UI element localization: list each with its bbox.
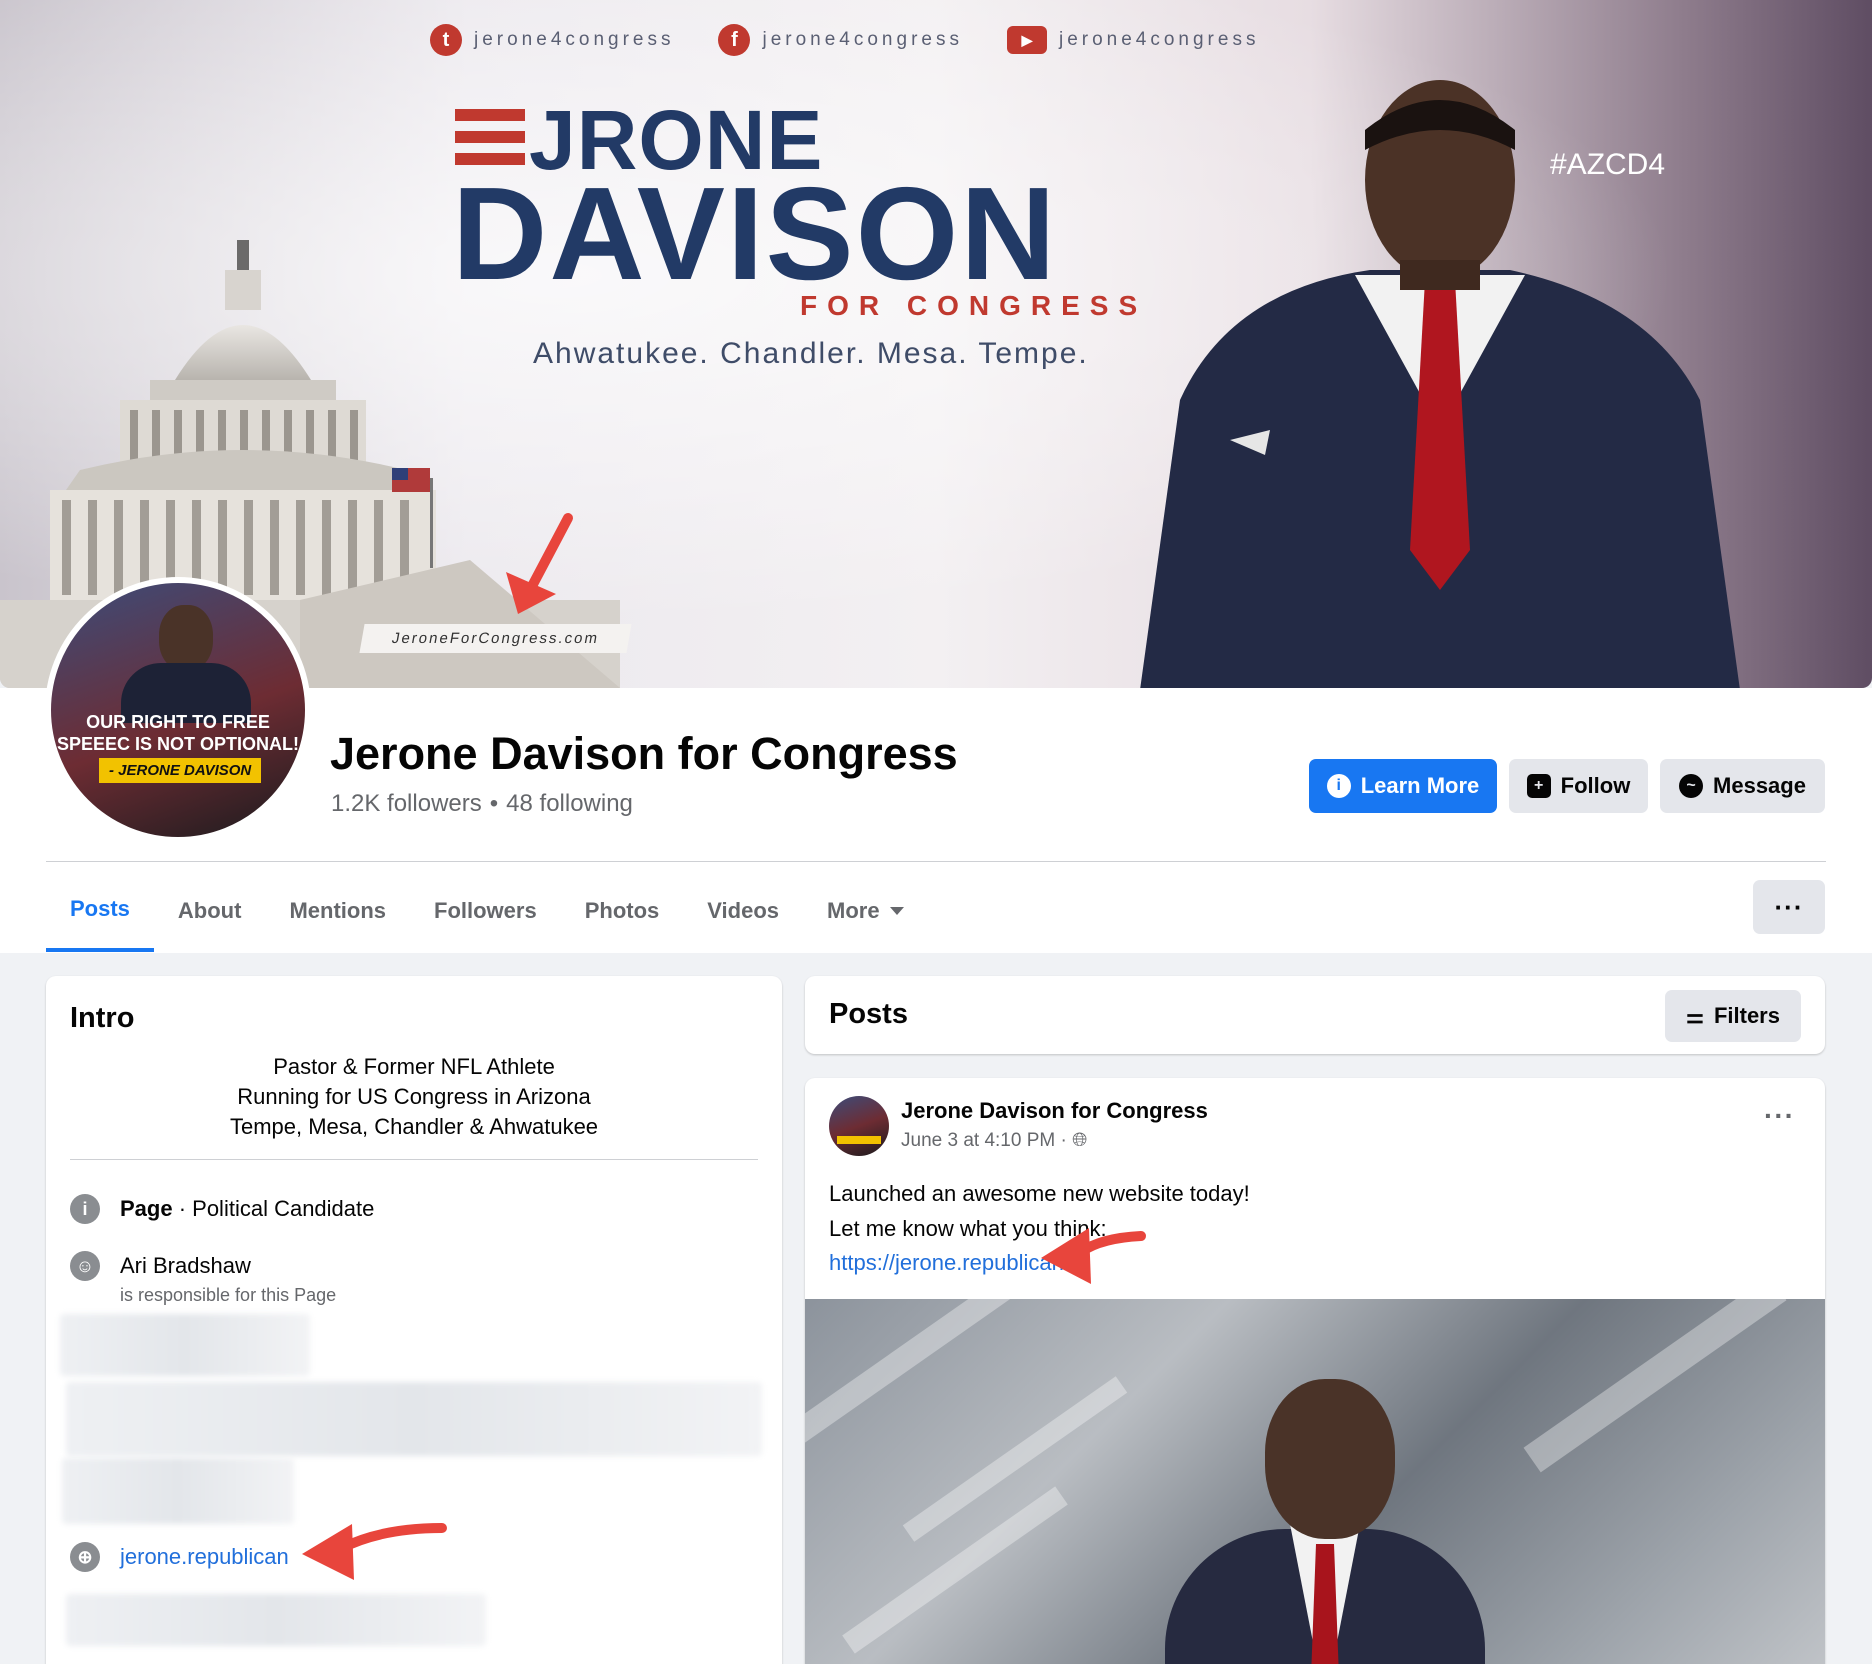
posts-header-card: Posts ⚌ Filters — [805, 976, 1825, 1054]
website-link[interactable]: jerone.republican — [120, 1544, 289, 1570]
user-check-icon: ☺ — [70, 1251, 100, 1281]
category-text: Page · Political Candidate — [120, 1196, 374, 1222]
globe-icon: 🌐︎ — [1072, 1130, 1088, 1151]
page-title: Jerone Davison for Congress — [330, 728, 958, 779]
bio-divider — [70, 1159, 758, 1160]
tab-followers[interactable]: Followers — [410, 870, 561, 952]
stats-separator: • — [489, 790, 499, 817]
profile-avatar[interactable]: OUR RIGHT TO FREE SPEEEC IS NOT OPTIONAL… — [45, 577, 311, 843]
candidate-photo — [1140, 80, 1740, 688]
intro-website-row: ⊕ jerone.republican — [70, 1542, 289, 1572]
learn-more-label: Learn More — [1360, 773, 1480, 798]
avatar-head — [159, 605, 213, 671]
twitter-handle: jerone4congress — [474, 29, 675, 50]
avatar-quote: OUR RIGHT TO FREE SPEEEC IS NOT OPTIONAL… — [56, 712, 300, 754]
cover-for-congress: FOR CONGRESS — [800, 290, 1148, 321]
tab-more-label: More — [827, 898, 880, 923]
learn-more-button[interactable]: i Learn More — [1309, 759, 1497, 813]
light-beam — [805, 1299, 1045, 1447]
tab-posts[interactable]: Posts — [46, 870, 154, 952]
cover-social-youtube: ▶ jerone4congress — [1006, 26, 1260, 54]
redacted-block — [60, 1314, 310, 1376]
manager-name: Ari Bradshaw — [120, 1253, 251, 1278]
manager-sub: is responsible for this Page — [120, 1285, 337, 1305]
manager-block: Ari Bradshaw is responsible for this Pag… — [120, 1251, 336, 1306]
flag-stripes-icon — [455, 109, 525, 165]
tab-photos[interactable]: Photos — [561, 870, 684, 952]
filters-icon: ⚌ — [1686, 1005, 1704, 1028]
followers-count[interactable]: 1.2K followers — [331, 790, 482, 818]
cover-cities: Ahwatukee. Chandler. Mesa. Tempe. — [533, 337, 1089, 370]
avatar-banner — [837, 1136, 881, 1144]
intro-category-row: i Page · Political Candidate — [70, 1194, 374, 1224]
cover-photo[interactable]: t jerone4congress f jerone4congress ▶ je… — [0, 0, 1872, 688]
post-options-button[interactable]: ··· — [1764, 1100, 1795, 1132]
redacted-block — [66, 1382, 762, 1456]
category-value: · Political Candidate — [172, 1196, 375, 1221]
tab-videos[interactable]: Videos — [683, 870, 803, 952]
twitter-icon: t — [430, 24, 462, 56]
posts-title: Posts — [829, 998, 908, 1030]
follow-icon: + — [1526, 774, 1551, 798]
chevron-down-icon — [889, 907, 904, 915]
page-stats: 1.2K followers • 48 following — [331, 790, 633, 818]
post-link[interactable]: https://jerone.republican — [829, 1250, 1064, 1276]
annotation-arrow-intro — [302, 1523, 447, 1580]
annotation-arrow-cover — [506, 513, 573, 614]
post-line-1: Launched an awesome new website today! — [829, 1181, 1250, 1206]
cover-social-facebook: f jerone4congress — [718, 24, 962, 56]
post-card: Jerone Davison for Congress June 3 at 4:… — [805, 1078, 1825, 1664]
message-button[interactable]: ~ Message — [1660, 759, 1825, 813]
redacted-block — [62, 1458, 294, 1524]
facebook-icon: f — [718, 24, 751, 56]
messenger-icon: ~ — [1679, 774, 1704, 798]
intro-title: Intro — [70, 1002, 135, 1034]
bio-line-1: Pastor & Former NFL Athlete — [273, 1054, 555, 1079]
info-icon: i — [1326, 774, 1351, 798]
tab-more[interactable]: More — [803, 870, 928, 952]
intro-card: Intro Pastor & Former NFL Athlete Runnin… — [46, 976, 782, 1664]
post-author[interactable]: Jerone Davison for Congress — [901, 1098, 1208, 1124]
bio-line-2: Running for US Congress in Arizona — [237, 1084, 591, 1109]
post-time-text: June 3 at 4:10 PM · — [901, 1130, 1067, 1151]
tab-mentions[interactable]: Mentions — [265, 870, 410, 952]
redacted-block — [66, 1594, 486, 1646]
tab-about[interactable]: About — [154, 870, 266, 952]
post-timestamp[interactable]: June 3 at 4:10 PM · 🌐︎ — [901, 1130, 1087, 1152]
info-icon: i — [70, 1194, 100, 1224]
globe-icon: ⊕ — [70, 1542, 100, 1572]
cover-social-twitter: t jerone4congress — [430, 24, 674, 56]
avatar-signature: - JERONE DAVISON — [99, 758, 262, 783]
page-options-button[interactable]: ··· — [1753, 880, 1825, 934]
filters-button[interactable]: ⚌ Filters — [1665, 990, 1801, 1042]
youtube-handle: jerone4congress — [1058, 29, 1260, 50]
category-bold: Page — [120, 1196, 173, 1221]
filters-label: Filters — [1713, 1003, 1780, 1028]
following-count[interactable]: 48 following — [506, 790, 633, 818]
header-divider — [46, 861, 1826, 862]
annotation-arrow-post — [1041, 1228, 1146, 1284]
follow-label: Follow — [1560, 773, 1631, 798]
intro-manager-row: ☺ Ari Bradshaw is responsible for this P… — [70, 1251, 336, 1306]
youtube-icon: ▶ — [1006, 26, 1047, 54]
profile-tabs: Posts About Mentions Followers Photos Vi… — [46, 870, 928, 952]
cover-last-name: DAVISON — [452, 160, 1058, 307]
post-avatar[interactable] — [829, 1096, 889, 1156]
intro-bio: Pastor & Former NFL Athlete Running for … — [46, 1052, 782, 1142]
post-image[interactable] — [805, 1299, 1825, 1664]
bio-line-3: Tempe, Mesa, Chandler & Ahwatukee — [229, 1114, 599, 1139]
post-photo-head — [1265, 1379, 1395, 1539]
follow-button[interactable]: + Follow — [1509, 759, 1648, 813]
cover-website: JeroneForCongress.com — [359, 624, 632, 653]
message-label: Message — [1713, 773, 1806, 798]
facebook-handle: jerone4congress — [762, 29, 963, 50]
light-beam — [1523, 1299, 1787, 1473]
cover-social-row: t jerone4congress f jerone4congress ▶ je… — [430, 24, 1259, 56]
